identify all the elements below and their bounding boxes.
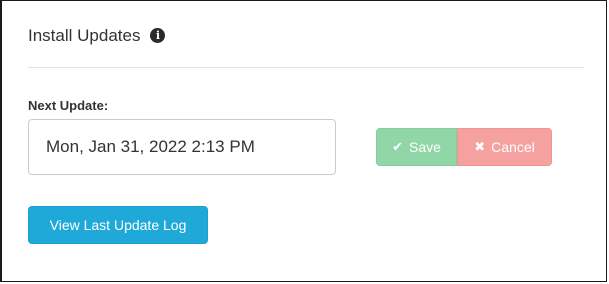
panel-header: Install Updates i <box>28 26 166 46</box>
checkmark-icon: ✔ <box>392 139 403 155</box>
cancel-button[interactable]: ✖ Cancel <box>457 128 552 166</box>
panel-title: Install Updates <box>28 26 141 45</box>
header-divider <box>28 67 584 68</box>
save-button[interactable]: ✔ Save <box>376 128 457 166</box>
save-cancel-button-group: ✔ Save ✖ Cancel <box>376 128 552 166</box>
info-icon[interactable]: i <box>150 28 166 43</box>
install-updates-panel: Install Updates i Next Update: ✔ Save ✖ … <box>0 0 607 282</box>
cancel-button-label: Cancel <box>491 139 535 155</box>
next-update-datetime-input[interactable] <box>28 119 336 175</box>
view-last-update-log-button[interactable]: View Last Update Log <box>28 206 208 244</box>
save-button-label: Save <box>408 139 441 155</box>
next-update-label: Next Update: <box>28 98 109 113</box>
close-icon: ✖ <box>474 139 486 155</box>
